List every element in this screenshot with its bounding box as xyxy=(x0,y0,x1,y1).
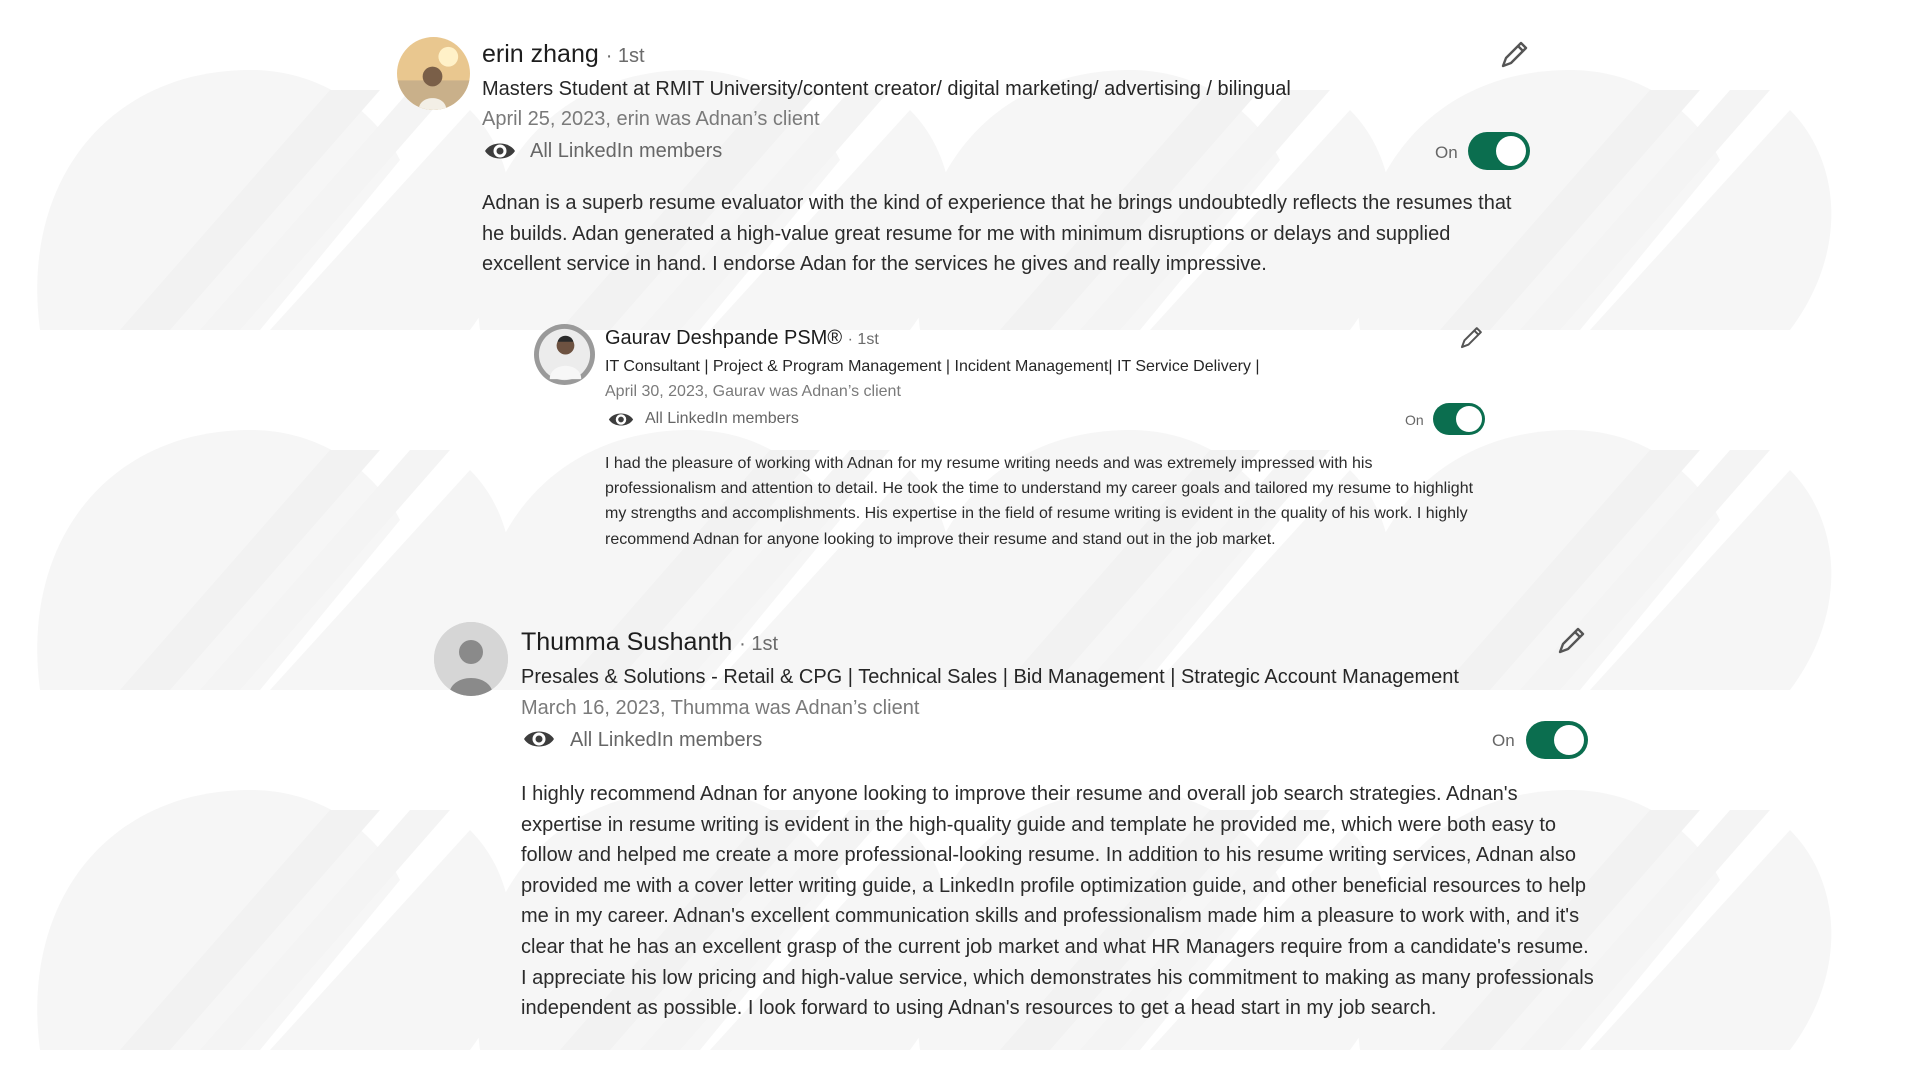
visibility-toggle[interactable] xyxy=(1526,721,1588,759)
visibility-label: All LinkedIn members xyxy=(530,140,723,162)
member-name[interactable]: erin zhang xyxy=(482,40,599,68)
recommendation-text: I had the pleasure of working with Adnan… xyxy=(605,455,1474,548)
recommendation-date: March 16, 2023, Thumma was Adnan’s clien… xyxy=(521,697,920,719)
connection-degree: · 1st xyxy=(739,633,779,655)
avatar[interactable] xyxy=(534,324,595,385)
toggle-label: On xyxy=(1405,412,1424,428)
recommendation-text: I highly recommend Adnan for anyone look… xyxy=(521,783,1594,1020)
avatar[interactable] xyxy=(397,37,470,110)
pencil-icon[interactable] xyxy=(1497,38,1531,72)
connection-degree: · 1st xyxy=(847,331,879,348)
connection-degree: · 1st xyxy=(605,45,645,67)
visibility-toggle[interactable] xyxy=(1468,132,1530,170)
visibility-label: All LinkedIn members xyxy=(570,729,763,751)
member-name[interactable]: Thumma Sushanth xyxy=(521,628,732,656)
eye-icon xyxy=(485,143,515,159)
pencil-icon[interactable] xyxy=(1457,324,1485,352)
pencil-icon[interactable] xyxy=(1554,624,1588,658)
person-icon xyxy=(434,622,508,696)
eye-icon xyxy=(524,731,554,747)
visibility-toggle[interactable] xyxy=(1433,403,1485,435)
toggle-knob xyxy=(1554,725,1584,755)
member-name[interactable]: Gaurav Deshpande PSM® xyxy=(605,327,842,349)
toggle-label: On xyxy=(1492,731,1515,750)
member-headline: Masters Student at RMIT University/conte… xyxy=(482,78,1291,100)
member-headline: Presales & Solutions - Retail & CPG | Te… xyxy=(521,666,1459,688)
toggle-label: On xyxy=(1435,143,1458,162)
recommendation-text: Adnan is a superb resume evaluator with … xyxy=(482,192,1512,275)
member-headline: IT Consultant | Project & Program Manage… xyxy=(605,358,1260,375)
recommendation-date: April 30, 2023, Gaurav was Adnan’s clien… xyxy=(605,383,901,400)
avatar[interactable] xyxy=(434,622,508,696)
eye-icon xyxy=(608,413,634,426)
toggle-knob xyxy=(1456,406,1482,432)
toggle-knob xyxy=(1496,136,1526,166)
visibility-label: All LinkedIn members xyxy=(645,410,799,427)
recommendation-date: April 25, 2023, erin was Adnan’s client xyxy=(482,108,820,130)
